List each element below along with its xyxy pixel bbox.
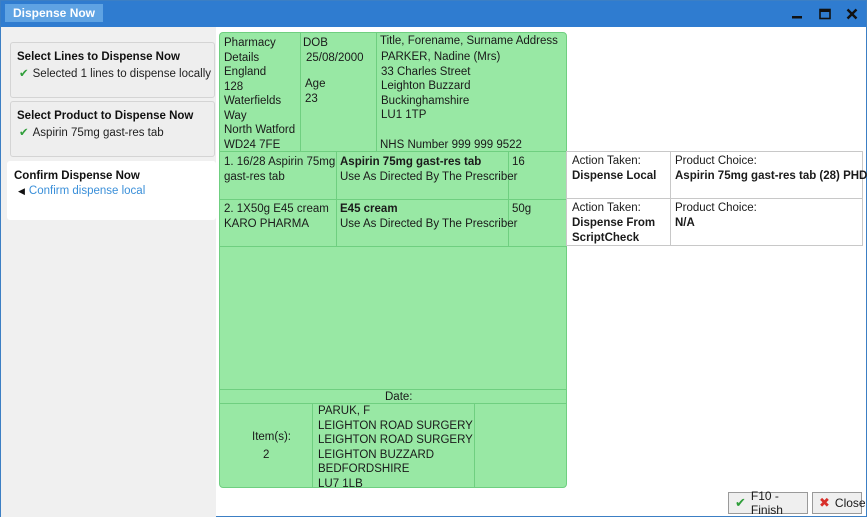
minimize-button[interactable]: [789, 6, 805, 22]
action-taken-value: Dispense Local: [572, 170, 657, 182]
checkmark-icon: ✔: [735, 495, 746, 510]
item-description: 2. 1X50g E45 cream: [224, 203, 329, 215]
close-button-label: Close: [834, 496, 866, 510]
close-window-button[interactable]: [844, 6, 860, 22]
title-bar: Dispense Now: [1, 1, 866, 27]
pharmacy-line: 128: [224, 80, 244, 93]
step-heading: Confirm Dispense Now: [14, 170, 140, 182]
checkmark-icon: ✔: [19, 127, 29, 139]
item-directions: Use As Directed By The Prescriber: [340, 217, 518, 230]
address-line: 33 Charles Street: [381, 65, 471, 78]
age-value: 23: [305, 93, 318, 105]
pharmacy-line: Details: [224, 51, 260, 64]
triangle-left-icon: ◀: [18, 186, 25, 196]
item-action-row[interactable]: Action Taken: Dispense Local Product Cho…: [566, 151, 867, 199]
finish-button[interactable]: ✔ F10 - Finish: [728, 489, 808, 517]
action-taken-label: Action Taken:: [572, 202, 641, 214]
dob-label: DOB: [303, 37, 328, 49]
address-line: Leighton Buzzard: [381, 80, 471, 92]
nhs-number-value: 999 999 9522: [451, 139, 522, 151]
step-select-lines[interactable]: Select Lines to Dispense Now ✔ Selected 1…: [10, 42, 215, 98]
minimize-icon: [792, 16, 802, 19]
maximize-button[interactable]: [817, 6, 833, 22]
finish-button-label: F10 - Finish: [750, 489, 783, 517]
confirm-dispense-link[interactable]: Confirm dispense local: [29, 185, 145, 197]
step-heading: Select Lines to Dispense Now: [17, 51, 180, 63]
prescriber-line: LEIGHTON BUZZARD: [318, 448, 435, 461]
item-quantity: 16: [512, 156, 525, 168]
item-product: E45 cream: [340, 203, 398, 215]
pharmacy-line: Pharmacy: [224, 37, 276, 49]
dob-value: 25/08/2000: [306, 52, 364, 64]
product-choice-value: N/A: [675, 217, 695, 229]
step-detail: Selected 1 lines to dispense locally: [32, 68, 211, 80]
item-product: Aspirin 75mg gast-res tab: [340, 156, 482, 168]
address-header: Title, Forename, Surname Address: [380, 35, 558, 47]
window-title: Dispense Now: [5, 4, 104, 22]
item-description: KARO PHARMA: [224, 217, 309, 230]
pharmacy-line: England: [224, 66, 267, 78]
item-directions: Use As Directed By The Prescriber: [340, 170, 518, 183]
item-description: 1. 16/28 Aspirin 75mg: [224, 156, 336, 168]
step-heading: Select Product to Dispense Now: [17, 110, 194, 122]
date-label: Date:: [385, 391, 413, 403]
action-taken-label: Action Taken:: [572, 155, 641, 167]
prescriber-line: BEDFORDSHIRE: [318, 463, 410, 475]
prescriber-line: LU7 1LB: [318, 477, 363, 490]
item-description: gast-res tab: [224, 170, 285, 183]
wizard-steps-sidebar: Select Lines to Dispense Now ✔ Selected 1…: [1, 27, 216, 517]
close-x-icon: ✖: [819, 495, 830, 510]
item-action-row[interactable]: Action Taken: Dispense From ScriptCheck …: [566, 198, 863, 246]
item-quantity: 50g: [512, 203, 532, 215]
prescription-panel: Pharmacy Details England 128 Waterfields…: [219, 32, 567, 490]
pharmacy-line: WD24 7FE: [224, 138, 281, 151]
close-button[interactable]: ✖ Close: [812, 492, 866, 514]
pharmacy-line: Waterfields: [224, 95, 282, 107]
checkmark-icon: ✔: [19, 68, 29, 80]
action-taken-value: Dispense From: [572, 217, 656, 229]
nhs-number-label: NHS Number: [380, 139, 449, 151]
action-taken-value: ScriptCheck: [572, 232, 640, 244]
address-line: LU1 1TP: [381, 109, 427, 121]
dispense-now-window: Dispense Now Select Lines to Dispense No…: [0, 0, 867, 517]
step-detail: Aspirin 75mg gast-res tab: [32, 127, 164, 139]
product-choice-value: Aspirin 75mg gast-res tab (28) PHD: [675, 170, 867, 182]
items-label: Item(s):: [252, 431, 291, 443]
step-select-product[interactable]: Select Product to Dispense Now ✔ Aspirin …: [10, 101, 215, 157]
prescriber-line: LEIGHTON ROAD SURGERY: [318, 419, 473, 432]
pharmacy-line: North Watford: [224, 124, 296, 136]
items-count: 2: [263, 449, 270, 461]
close-icon: [846, 8, 858, 20]
address-line: Buckinghamshire: [381, 94, 470, 107]
prescriber-line: LEIGHTON ROAD SURGERY 1 LE: [318, 434, 473, 446]
prescriber-name: PARUK, F: [318, 405, 371, 417]
patient-name: PARKER, Nadine (Mrs): [381, 51, 501, 63]
maximize-icon: [819, 8, 831, 20]
step-confirm-dispense[interactable]: Confirm Dispense Now ◀ Confirm dispense l…: [7, 161, 216, 220]
age-label: Age: [305, 78, 326, 90]
pharmacy-line: Way: [224, 109, 247, 122]
product-choice-label: Product Choice:: [675, 155, 757, 167]
product-choice-label: Product Choice:: [675, 202, 757, 214]
